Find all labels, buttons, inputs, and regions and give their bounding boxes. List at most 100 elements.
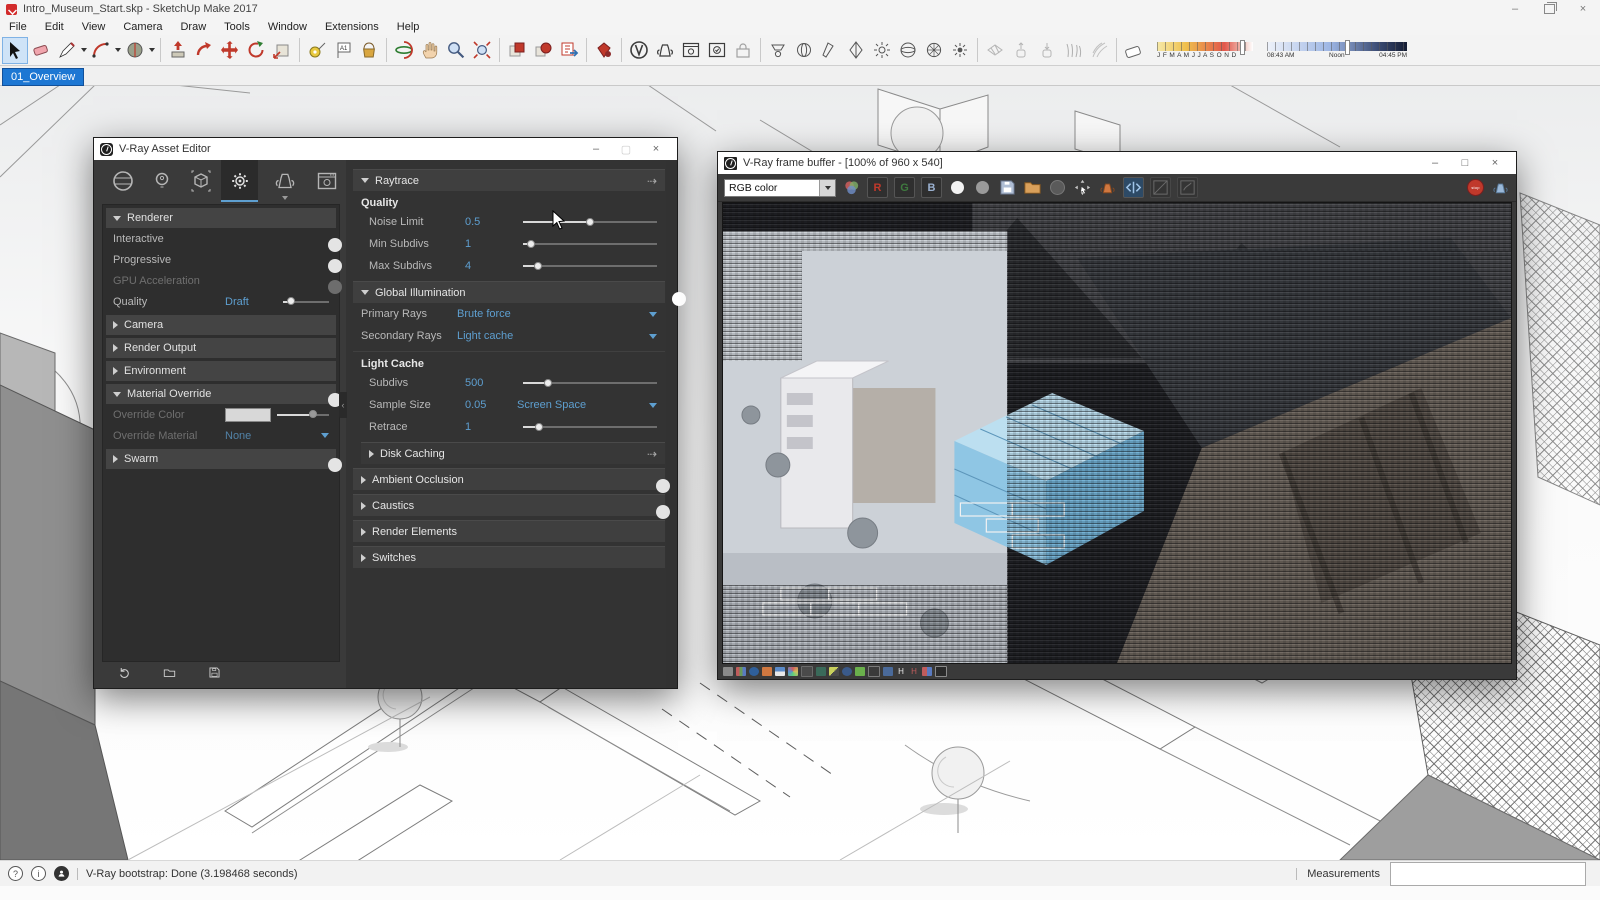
render-image-area[interactable] xyxy=(722,202,1512,664)
layout-export-button[interactable] xyxy=(556,37,582,64)
frame-buffer-close-button[interactable]: × xyxy=(1480,157,1510,169)
measurements-input[interactable] xyxy=(1390,861,1586,886)
section-ambient-occlusion[interactable]: Ambient Occlusion xyxy=(353,468,670,493)
minimize-button[interactable]: – xyxy=(1498,0,1532,18)
red-gem-button[interactable] xyxy=(591,37,617,64)
section-render-elements[interactable]: Render Elements xyxy=(353,520,665,542)
shadow-date-control[interactable]: J F M A M J J A S O N D xyxy=(1157,39,1253,59)
section-caustics[interactable]: Caustics xyxy=(353,494,670,519)
revert-settings-button[interactable] xyxy=(118,666,131,684)
sample-size-mode[interactable]: Screen Space xyxy=(517,399,586,411)
make-fur-button[interactable] xyxy=(1060,37,1086,64)
pan-tool-button[interactable] xyxy=(417,37,443,64)
vray-mesh-light-button[interactable] xyxy=(947,37,973,64)
tab-lights[interactable] xyxy=(143,160,180,202)
vray-ies-light-button[interactable] xyxy=(843,37,869,64)
date-slider-knob[interactable] xyxy=(1239,39,1245,55)
asset-editor-close-button[interactable]: × xyxy=(641,143,671,156)
vray-rectangle-light-button[interactable] xyxy=(765,37,791,64)
vray-sphere-light-button[interactable] xyxy=(791,37,817,64)
image-info-icon[interactable] xyxy=(749,667,759,676)
advanced-mode-switch-icon[interactable]: ⇢ xyxy=(647,447,657,461)
use-lut-button[interactable] xyxy=(1150,177,1171,198)
quality-value[interactable]: Draft xyxy=(225,296,277,308)
menu-draw[interactable]: Draw xyxy=(171,21,215,33)
time-slider-knob[interactable] xyxy=(1345,39,1351,55)
vray-sun-button[interactable] xyxy=(921,37,947,64)
move-tool-button[interactable] xyxy=(217,37,243,64)
arc-tool-dropdown[interactable] xyxy=(114,37,122,64)
vray-spot-light-button[interactable] xyxy=(817,37,843,64)
curve-correction-icon[interactable] xyxy=(842,667,852,676)
line-tool-button[interactable] xyxy=(54,37,80,64)
section-swarm[interactable]: Swarm xyxy=(106,449,342,472)
panel-collapse-handle[interactable]: ‹ xyxy=(339,392,347,418)
component-red-button-2[interactable] xyxy=(530,37,556,64)
eraser-tool-button[interactable] xyxy=(28,37,54,64)
show-corrections-button[interactable] xyxy=(1177,177,1198,198)
vray-frame-buffer-button[interactable] xyxy=(678,37,704,64)
section-material-override[interactable]: Material Override xyxy=(106,384,342,407)
vray-omni-light-button[interactable] xyxy=(869,37,895,64)
section-render-output[interactable]: Render Output xyxy=(106,338,336,358)
min-subdivs-slider[interactable] xyxy=(523,239,657,248)
asset-editor-minimize-button[interactable]: – xyxy=(581,143,611,156)
paint-bucket-tool-button[interactable] xyxy=(356,37,382,64)
max-subdivs-value[interactable]: 4 xyxy=(465,260,517,272)
blue-channel-button[interactable]: B xyxy=(921,177,942,198)
noise-limit-slider[interactable] xyxy=(523,217,657,226)
menu-window[interactable]: Window xyxy=(259,21,316,33)
sign-in-user-icon[interactable] xyxy=(54,866,69,881)
restore-button[interactable] xyxy=(1532,0,1566,18)
frame-buffer-maximize-button[interactable]: □ xyxy=(1450,157,1480,169)
quality-slider[interactable] xyxy=(283,297,329,305)
dropdown-button[interactable] xyxy=(819,179,835,196)
stop-render-button[interactable]: stop xyxy=(1466,178,1485,197)
load-image-button[interactable] xyxy=(1023,178,1042,197)
channel-bars-icon[interactable] xyxy=(922,667,932,676)
override-color-slider[interactable] xyxy=(277,410,329,418)
vray-dome-light-button[interactable] xyxy=(895,37,921,64)
exposure-icon[interactable] xyxy=(829,667,839,676)
green-channel-button[interactable]: G xyxy=(894,177,915,198)
clip-tool-button[interactable] xyxy=(1086,37,1112,64)
override-material-value[interactable]: None xyxy=(225,430,251,442)
menu-view[interactable]: View xyxy=(73,21,115,33)
section-renderer[interactable]: Renderer xyxy=(106,208,336,228)
secondary-rays-value[interactable]: Light cache xyxy=(457,330,513,342)
soften-eraser-button[interactable] xyxy=(1121,37,1147,64)
menu-tools[interactable]: Tools xyxy=(215,21,259,33)
sample-size-value[interactable]: 0.05 xyxy=(465,399,517,411)
zoom-tool-button[interactable] xyxy=(443,37,469,64)
close-button[interactable]: × xyxy=(1566,0,1600,18)
menu-help[interactable]: Help xyxy=(388,21,429,33)
primary-rays-value[interactable]: Brute force xyxy=(457,308,511,320)
dropdown-chevron-icon[interactable] xyxy=(649,333,657,339)
menu-file[interactable]: File xyxy=(0,21,36,33)
color-balance-icon[interactable] xyxy=(855,667,865,676)
shadow-time-control[interactable]: 08:43 AM Noon 04:45 PM xyxy=(1267,39,1407,59)
asset-editor-maximize-button[interactable]: ▢ xyxy=(611,143,641,156)
histogram-icon[interactable]: H xyxy=(896,667,906,676)
orbit-tool-button[interactable] xyxy=(391,37,417,64)
followme-tool-button[interactable] xyxy=(191,37,217,64)
red-channel-button[interactable]: R xyxy=(867,177,888,198)
menu-edit[interactable]: Edit xyxy=(36,21,73,33)
subdivs-value[interactable]: 500 xyxy=(465,377,517,389)
compare-images-button[interactable] xyxy=(1123,177,1144,198)
text-tool-button[interactable]: A1 xyxy=(330,37,356,64)
section-disk-caching[interactable]: Disk Caching ⇢ xyxy=(361,442,665,464)
frame-buffer-minimize-button[interactable]: – xyxy=(1420,157,1450,169)
tab-geometry[interactable] xyxy=(182,160,219,202)
arc-tool-button[interactable] xyxy=(88,37,114,64)
shape-tool-dropdown[interactable] xyxy=(148,37,156,64)
credits-info-icon[interactable]: i xyxy=(31,866,46,881)
rotate-tool-button[interactable] xyxy=(243,37,269,64)
vray-lock-button[interactable] xyxy=(730,37,756,64)
shape-tool-button[interactable] xyxy=(122,37,148,64)
section-raytrace[interactable]: Raytrace ⇢ xyxy=(353,169,665,191)
component-red-button-1[interactable] xyxy=(504,37,530,64)
sandbox-smoove-up-button[interactable] xyxy=(1008,37,1034,64)
retrace-slider[interactable] xyxy=(523,422,657,431)
max-subdivs-slider[interactable] xyxy=(523,261,657,270)
